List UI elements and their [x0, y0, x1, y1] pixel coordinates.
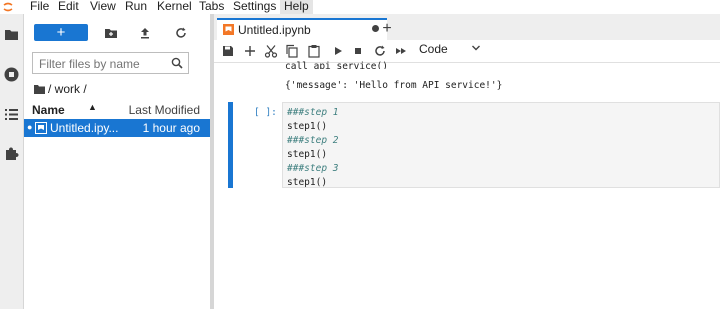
column-last-modified[interactable]: Last Modified [129, 103, 200, 117]
tab-title: Untitled.ipynb [238, 23, 311, 37]
notebook-tab-icon [223, 24, 234, 35]
cell-editor[interactable]: ###step 1 step1() ###step 2 step1() ###s… [282, 102, 720, 188]
file-row[interactable]: ● Untitled.ipy... 1 hour ago [24, 119, 210, 137]
menu-run[interactable]: Run [121, 0, 151, 14]
tab-bar: Untitled.ipynb + [214, 14, 720, 40]
running-icon[interactable] [4, 67, 19, 82]
menu-file[interactable]: File [26, 0, 53, 14]
cell-prompt: [ ]: [254, 107, 277, 118]
copy-icon[interactable] [285, 44, 299, 58]
fast-forward-icon[interactable] [394, 44, 408, 58]
folder-icon[interactable] [4, 27, 19, 42]
code-cell[interactable]: [ ]: ###step 1 step1() ###step 2 step1()… [226, 102, 720, 188]
chevron-down-icon [472, 45, 480, 51]
folder-home-icon[interactable] [34, 85, 45, 94]
notebook-icon [35, 122, 47, 134]
active-cell-indicator [228, 102, 233, 188]
upload-icon[interactable] [138, 26, 152, 40]
code-line: ###step 3 [287, 163, 339, 174]
code-line: ###step 1 [287, 107, 339, 118]
filter-input[interactable]: Filter files by name [32, 52, 189, 74]
paste-icon[interactable] [307, 44, 321, 58]
activity-bar [0, 14, 24, 309]
menu-kernel[interactable]: Kernel [153, 0, 196, 14]
jupyter-logo-icon [3, 2, 13, 12]
running-dot-icon: ● [27, 122, 33, 132]
tab-untitled-notebook[interactable]: Untitled.ipynb [217, 18, 387, 40]
run-icon[interactable] [331, 44, 345, 58]
menu-bar: File Edit View Run Kernel Tabs Settings … [0, 0, 720, 14]
code-line: ###step 2 [287, 135, 339, 146]
menu-tabs[interactable]: Tabs [195, 0, 228, 14]
breadcrumb[interactable]: / work / [34, 82, 87, 96]
code-line: step1() [287, 177, 328, 188]
file-modified: 1 hour ago [142, 121, 200, 135]
add-tab-button[interactable]: + [377, 20, 397, 40]
column-name[interactable]: Name [32, 103, 65, 117]
notebook-area: Untitled.ipynb + Code call_api_service()… [214, 14, 720, 309]
previous-code-line: call_api_service() [285, 61, 388, 69]
filter-placeholder: Filter files by name [39, 57, 140, 71]
menu-help[interactable]: Help [280, 0, 313, 14]
cell-type-value: Code [419, 42, 448, 56]
extension-puzzle-icon[interactable] [4, 146, 19, 161]
menu-settings[interactable]: Settings [229, 0, 280, 14]
cut-icon[interactable] [264, 44, 278, 58]
file-browser: + Filter files by name / work / Name ▲ L… [24, 14, 210, 309]
new-folder-icon[interactable] [104, 26, 118, 40]
breadcrumb-path[interactable]: / work / [48, 82, 87, 96]
menu-view[interactable]: View [86, 0, 120, 14]
table-of-contents-icon[interactable] [4, 107, 19, 122]
restart-icon[interactable] [373, 44, 387, 58]
menu-edit[interactable]: Edit [54, 0, 83, 14]
insert-cell-icon[interactable] [243, 44, 257, 58]
code-line: step1() [287, 149, 328, 160]
stop-icon[interactable] [351, 44, 365, 58]
refresh-icon[interactable] [174, 26, 188, 40]
code-line: step1() [287, 121, 328, 132]
file-name[interactable]: Untitled.ipy... [50, 121, 118, 135]
search-icon [171, 57, 183, 69]
cell-type-select[interactable]: Code [419, 42, 480, 56]
save-icon[interactable] [221, 44, 235, 58]
previous-output: call_api_service() {'message': 'Hello fr… [282, 61, 720, 96]
output-text: {'message': 'Hello from API service!'} [285, 80, 503, 91]
new-launcher-button[interactable]: + [34, 24, 88, 41]
file-list-header: Name ▲ Last Modified [24, 101, 210, 120]
sort-ascending-icon[interactable]: ▲ [88, 102, 97, 112]
